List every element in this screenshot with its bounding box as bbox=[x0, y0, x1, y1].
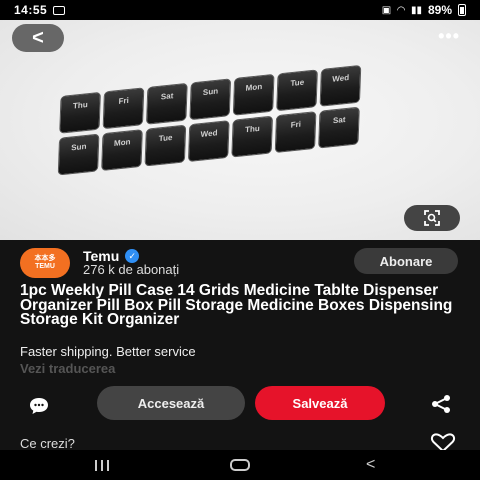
save-button[interactable]: Salvează bbox=[255, 386, 385, 420]
comment-icon[interactable] bbox=[28, 396, 50, 416]
comments-section[interactable]: Ce crezi? bbox=[0, 430, 480, 453]
more-options-button[interactable]: ••• bbox=[438, 26, 460, 47]
system-nav-bar: < bbox=[0, 450, 480, 480]
pill-case-compartment: Sat bbox=[318, 106, 360, 149]
status-right: ▣ ◠ ▮▮ 89% bbox=[382, 3, 466, 17]
pin-title: 1pc Weekly Pill Case 14 Grids Medicine T… bbox=[20, 282, 453, 328]
battery-icon bbox=[458, 4, 466, 16]
pill-case-compartment: Fri bbox=[102, 87, 145, 130]
pin-details: 本本多 TEMU Temu ✓ 276 k de abonați Abonare… bbox=[0, 240, 480, 453]
alarm-icon: ▣ bbox=[381, 4, 392, 16]
logo-line2: TEMU bbox=[35, 263, 55, 270]
more-icon: ••• bbox=[438, 26, 460, 46]
pill-case-compartment: Sun bbox=[189, 78, 232, 121]
subscribe-button[interactable]: Abonare bbox=[354, 248, 458, 274]
system-back-button[interactable]: < bbox=[366, 456, 375, 474]
home-button[interactable] bbox=[230, 459, 250, 471]
battery-percent: 89% bbox=[427, 3, 452, 17]
pill-case-compartment: Thu bbox=[231, 115, 274, 158]
status-bar: 14:55 ▣ ◠ ▮▮ 89% bbox=[0, 0, 480, 20]
translate-link[interactable]: Vezi traducerea bbox=[20, 361, 115, 376]
recent-apps-button[interactable] bbox=[95, 460, 109, 471]
verified-icon: ✓ bbox=[125, 249, 140, 263]
pill-case-compartment: Mon bbox=[101, 129, 143, 172]
visual-search-icon bbox=[424, 210, 440, 226]
signal-icon: ▮▮ bbox=[410, 4, 422, 16]
pill-case-compartment: Tue bbox=[144, 124, 187, 167]
back-icon: < bbox=[32, 26, 44, 49]
pill-case-compartment: Tue bbox=[276, 69, 318, 112]
visual-search-button[interactable] bbox=[404, 205, 460, 231]
wifi-icon: ◠ bbox=[397, 4, 405, 16]
pin-description: Faster shipping. Better service bbox=[20, 344, 196, 359]
channel-avatar[interactable]: 本本多 TEMU bbox=[20, 248, 70, 278]
pill-case-compartment: Sun bbox=[57, 133, 100, 176]
comments-prompt[interactable]: Ce crezi? bbox=[20, 436, 75, 451]
logo-line1: 本本多 bbox=[34, 255, 56, 262]
action-bar: Accesează Salvează bbox=[0, 386, 480, 422]
gallery-notification-icon bbox=[53, 5, 66, 15]
back-button[interactable]: < bbox=[12, 24, 64, 52]
pill-case-compartment: Wed bbox=[187, 120, 230, 163]
visit-button[interactable]: Accesează bbox=[97, 386, 245, 420]
subscriber-count: 276 k de abonați bbox=[83, 262, 180, 277]
pill-case-compartment: Sat bbox=[146, 82, 188, 125]
pill-case-compartment: Fri bbox=[274, 111, 317, 154]
pill-case-image: Thu Fri Sat Sun Mon Tue Wed Sun Mon Tue Wed Thu Fri… bbox=[57, 64, 364, 206]
pill-case-compartment: Wed bbox=[319, 64, 362, 107]
pin-image[interactable]: Thu Fri Sat Sun Mon Tue Wed Sun Mon Tue Wed Thu Fri… bbox=[0, 20, 480, 240]
status-time: 14:55 bbox=[14, 3, 48, 17]
pill-case-compartment: Thu bbox=[59, 91, 101, 134]
pill-case-compartment: Mon bbox=[232, 73, 275, 116]
share-icon[interactable] bbox=[430, 394, 452, 414]
